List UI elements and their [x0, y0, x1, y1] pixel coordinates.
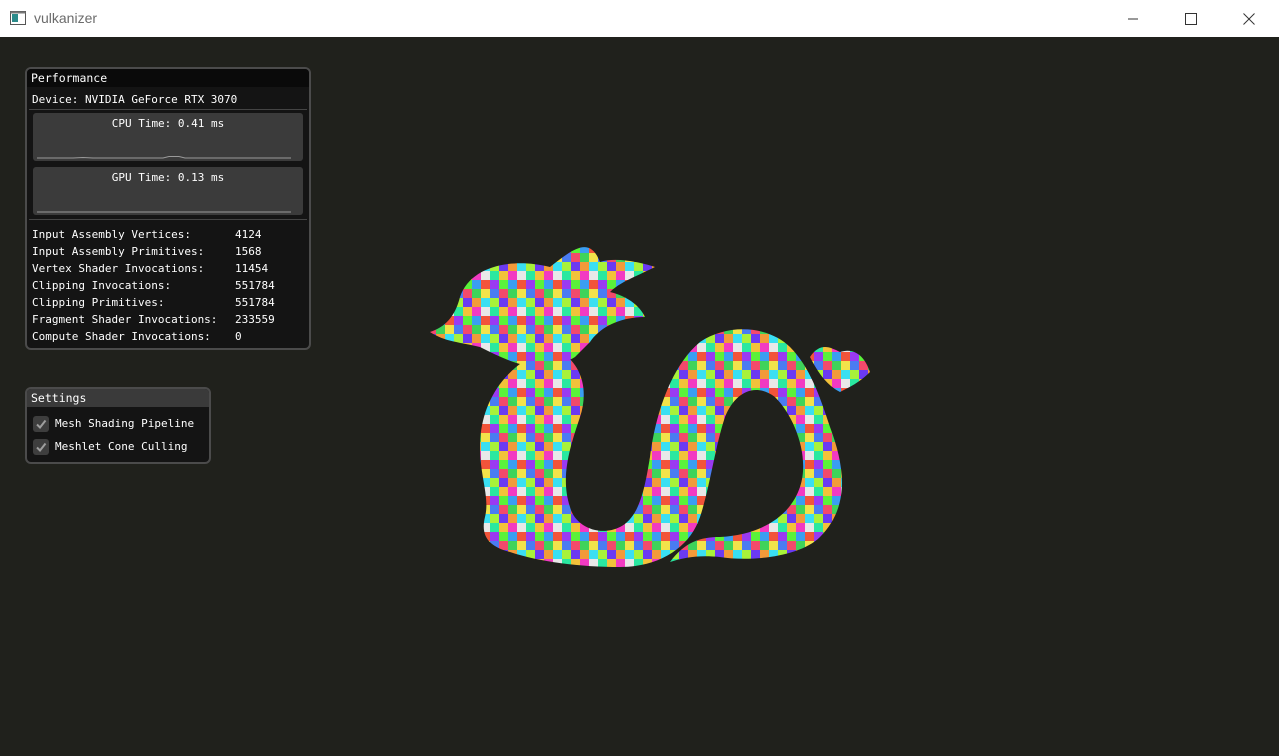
device-name: Device: NVIDIA GeForce RTX 3070 — [32, 93, 238, 106]
stat-value: 0 — [235, 330, 242, 343]
gpu-time-label: GPU Time: 0.13 ms — [111, 171, 225, 184]
settings-panel[interactable]: Settings Mesh Shading Pipeline Meshlet C… — [25, 387, 211, 464]
cpu-time-graph-line — [37, 156, 291, 159]
dragon-mesh-render — [430, 247, 870, 567]
pipeline-statistics: Input Assembly Vertices: 4124 Input Asse… — [27, 220, 309, 345]
stat-value: 233559 — [235, 313, 275, 326]
close-button[interactable] — [1220, 0, 1278, 37]
stat-label: Clipping Invocations: — [32, 279, 172, 292]
stat-value: 551784 — [235, 279, 275, 292]
gpu-time-graph-line — [37, 211, 291, 213]
mesh-shading-pipeline-checkbox[interactable]: Mesh Shading Pipeline — [27, 412, 209, 435]
stat-value: 4124 — [235, 228, 262, 241]
stat-value: 1568 — [235, 245, 262, 258]
app-window-icon — [10, 11, 26, 25]
meshlet-cone-culling-checkbox[interactable]: Meshlet Cone Culling — [27, 435, 209, 458]
stat-label: Input Assembly Vertices: — [32, 228, 191, 241]
stat-row: Compute Shader Invocations: 0 — [32, 328, 309, 345]
meshlet-cone-culling-label: Meshlet Cone Culling — [55, 440, 188, 453]
cpu-time-plot[interactable]: CPU Time: 0.41 ms — [33, 113, 303, 161]
maximize-icon — [1185, 12, 1197, 25]
stat-row: Input Assembly Primitives: 1568 — [32, 243, 309, 260]
performance-panel-title[interactable]: Performance — [27, 69, 309, 87]
maximize-button[interactable] — [1162, 0, 1220, 37]
stat-row: Fragment Shader Invocations: 233559 — [32, 311, 309, 328]
stat-label: Fragment Shader Invocations: — [32, 313, 218, 326]
minimize-icon — [1128, 18, 1138, 19]
cpu-time-label: CPU Time: 0.41 ms — [111, 117, 225, 130]
stat-label: Input Assembly Primitives: — [32, 245, 205, 258]
window-title: vulkanizer — [34, 10, 98, 26]
stat-row: Input Assembly Vertices: 4124 — [32, 226, 309, 243]
checkbox-box[interactable] — [33, 415, 49, 432]
minimize-button[interactable] — [1104, 0, 1162, 37]
window-titlebar[interactable]: vulkanizer — [0, 0, 1279, 37]
close-icon — [1243, 12, 1255, 25]
stat-row: Clipping Invocations: 551784 — [32, 277, 309, 294]
stat-label: Compute Shader Invocations: — [32, 330, 211, 343]
stat-value: 11454 — [235, 262, 269, 275]
mesh-shading-pipeline-label: Mesh Shading Pipeline — [55, 417, 195, 430]
stat-row: Clipping Primitives: 551784 — [32, 294, 309, 311]
gpu-time-plot[interactable]: GPU Time: 0.13 ms — [33, 167, 303, 215]
separator — [29, 109, 307, 110]
performance-panel[interactable]: Performance Device: NVIDIA GeForce RTX 3… — [25, 67, 311, 350]
render-viewport[interactable]: Performance Device: NVIDIA GeForce RTX 3… — [0, 37, 1279, 756]
stat-row: Vertex Shader Invocations: 11454 — [32, 260, 309, 277]
checkmark-icon — [36, 442, 47, 452]
stat-label: Clipping Primitives: — [32, 296, 165, 309]
checkbox-box[interactable] — [33, 438, 49, 455]
settings-panel-title[interactable]: Settings — [27, 389, 209, 407]
stat-value: 551784 — [235, 296, 275, 309]
checkmark-icon — [36, 419, 47, 429]
stat-label: Vertex Shader Invocations: — [32, 262, 205, 275]
